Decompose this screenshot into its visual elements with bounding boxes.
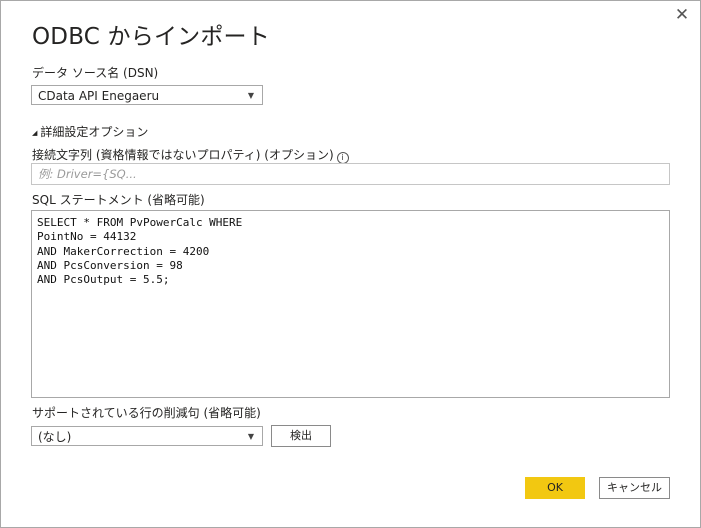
dsn-label: データ ソース名 (DSN): [32, 66, 159, 80]
chevron-down-icon: ▼: [247, 432, 254, 441]
chevron-down-icon: ▼: [247, 91, 254, 100]
import-dialog: ✕ ODBC からインポート データ ソース名 (DSN) CData API …: [0, 0, 701, 528]
sql-label: SQL ステートメント (省略可能): [32, 193, 205, 207]
expand-triangle-icon: ◢: [32, 129, 38, 137]
sql-line: AND MakerCorrection = 4200: [37, 244, 210, 258]
ok-button[interactable]: OK: [525, 477, 585, 499]
connection-string-input[interactable]: 例: Driver={SQ...: [31, 163, 670, 185]
dsn-select-value: CData API Enegaeru: [38, 89, 160, 103]
advanced-options-label: 詳細設定オプション: [40, 125, 149, 139]
dialog-title: ODBC からインポート: [32, 24, 270, 50]
advanced-options-toggle[interactable]: ◢ 詳細設定オプション: [32, 123, 148, 140]
sql-textarea[interactable]: SELECT * FROM PvPowerCalc WHERE PointNo …: [31, 210, 670, 398]
connection-string-label-text: 接続文字列 (資格情報ではないプロパティ) (オプション): [32, 148, 334, 162]
row-reduction-label: サポートされている行の削減句 (省略可能): [32, 406, 261, 420]
sql-line: AND PcsOutput = 5.5;: [37, 273, 170, 287]
sql-line: SELECT * FROM PvPowerCalc WHERE: [37, 216, 243, 229]
detect-button[interactable]: 検出: [271, 425, 331, 447]
sql-line: AND PcsConversion = 98: [37, 258, 183, 272]
dsn-select[interactable]: CData API Enegaeru ▼: [31, 85, 263, 105]
connection-string-label: 接続文字列 (資格情報ではないプロパティ) (オプション) i: [32, 146, 349, 164]
row-reduction-select[interactable]: (なし) ▼: [31, 426, 263, 446]
cancel-button[interactable]: キャンセル: [599, 477, 670, 499]
row-reduction-value: (なし): [38, 430, 72, 444]
close-icon[interactable]: ✕: [674, 7, 690, 24]
sql-line: PointNo = 44132: [37, 230, 137, 244]
